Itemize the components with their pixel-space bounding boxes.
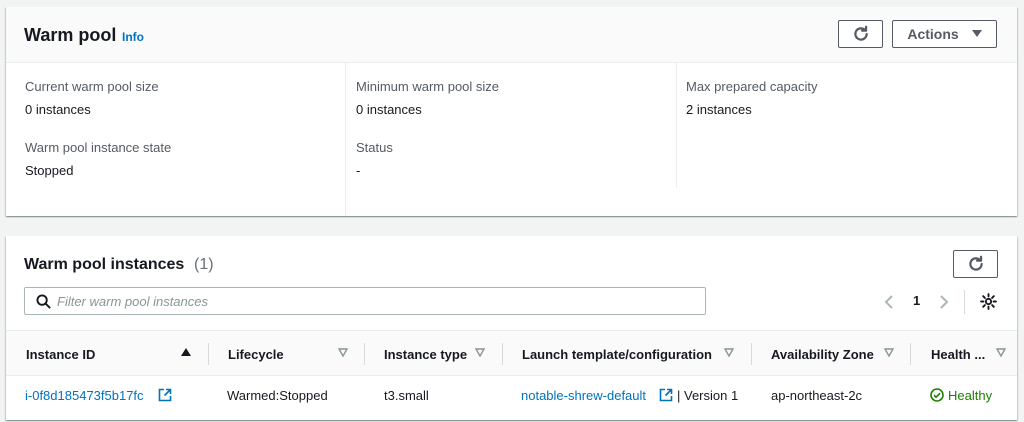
field-label: Status <box>356 140 393 155</box>
instance-id-link[interactable]: i-0f8d185473f5b17fc <box>25 388 144 403</box>
sort-icon[interactable] <box>884 348 894 357</box>
warm-pool-title: Warm pool <box>24 25 117 45</box>
actions-label: Actions <box>907 26 959 42</box>
sort-icon[interactable] <box>475 348 485 357</box>
page-number[interactable]: 1 <box>913 293 920 308</box>
external-link-icon[interactable] <box>158 388 172 402</box>
health-status: Healthy <box>948 388 993 403</box>
info-link[interactable]: Info <box>122 30 144 44</box>
field-column-1: Current warm pool size 0 instances Warm … <box>6 63 336 216</box>
instance-type-cell: t3.small <box>384 388 429 403</box>
status-check-icon <box>930 388 944 402</box>
refresh-button[interactable] <box>838 20 883 48</box>
field-value: 0 instances <box>25 102 91 117</box>
field-column-3: Max prepared capacity 2 instances <box>676 63 1006 188</box>
refresh-icon <box>853 25 868 41</box>
warm-pool-header: Warm pool Info Actions <box>6 7 1017 63</box>
field-value: Stopped <box>25 163 74 178</box>
caret-down-icon <box>971 30 982 37</box>
instances-refresh-button[interactable] <box>953 250 998 278</box>
availability-zone-cell: ap-northeast-2c <box>771 388 863 403</box>
refresh-icon <box>968 255 983 271</box>
actions-button[interactable]: Actions <box>892 20 997 48</box>
filter-placeholder: Filter warm pool instances <box>57 294 208 309</box>
settings-gear-icon[interactable] <box>980 293 997 310</box>
field-label: Minimum warm pool size <box>356 79 500 94</box>
field-value: 0 instances <box>356 102 422 117</box>
table-header: Instance ID Lifecycle Instance type Laun… <box>6 330 1017 376</box>
filter-input[interactable]: Filter warm pool instances <box>24 287 706 315</box>
sort-icon[interactable] <box>724 348 734 357</box>
warm-pool-panel: Warm pool Info Actions Current warm pool… <box>6 7 1017 216</box>
col-lifecycle[interactable]: Lifecycle <box>228 347 284 362</box>
col-launch-template[interactable]: Launch template/configuration <box>522 347 712 362</box>
field-value: - <box>356 163 361 178</box>
instances-title: Warm pool instances <box>24 256 185 273</box>
sort-icon[interactable] <box>338 348 348 357</box>
external-link-icon[interactable] <box>659 388 673 402</box>
warm-pool-instances-panel: Warm pool instances (1) Filter warm pool… <box>6 236 1017 420</box>
field-label: Current warm pool size <box>25 79 159 94</box>
field-label: Max prepared capacity <box>686 79 818 94</box>
search-icon <box>36 294 51 309</box>
field-label: Warm pool instance state <box>25 140 172 155</box>
lifecycle-cell: Warmed:Stopped <box>227 388 328 403</box>
sort-icon[interactable] <box>996 348 1006 357</box>
chevron-right-icon[interactable] <box>939 294 949 310</box>
launch-template-link[interactable]: notable-shrew-default <box>521 388 646 403</box>
field-value: 2 instances <box>686 102 752 117</box>
chevron-left-icon[interactable] <box>884 294 894 310</box>
col-health[interactable]: Health ... <box>931 347 985 362</box>
col-instance-id[interactable]: Instance ID <box>26 347 95 362</box>
col-instance-type[interactable]: Instance type <box>384 347 467 362</box>
pager-divider <box>964 290 965 314</box>
instances-count: (1) <box>194 256 214 273</box>
sort-ascending-icon[interactable] <box>181 348 191 357</box>
col-availability-zone[interactable]: Availability Zone <box>771 347 874 362</box>
field-column-2: Minimum warm pool size 0 instances Statu… <box>345 63 675 216</box>
template-version-cell: | Version 1 <box>677 388 739 403</box>
